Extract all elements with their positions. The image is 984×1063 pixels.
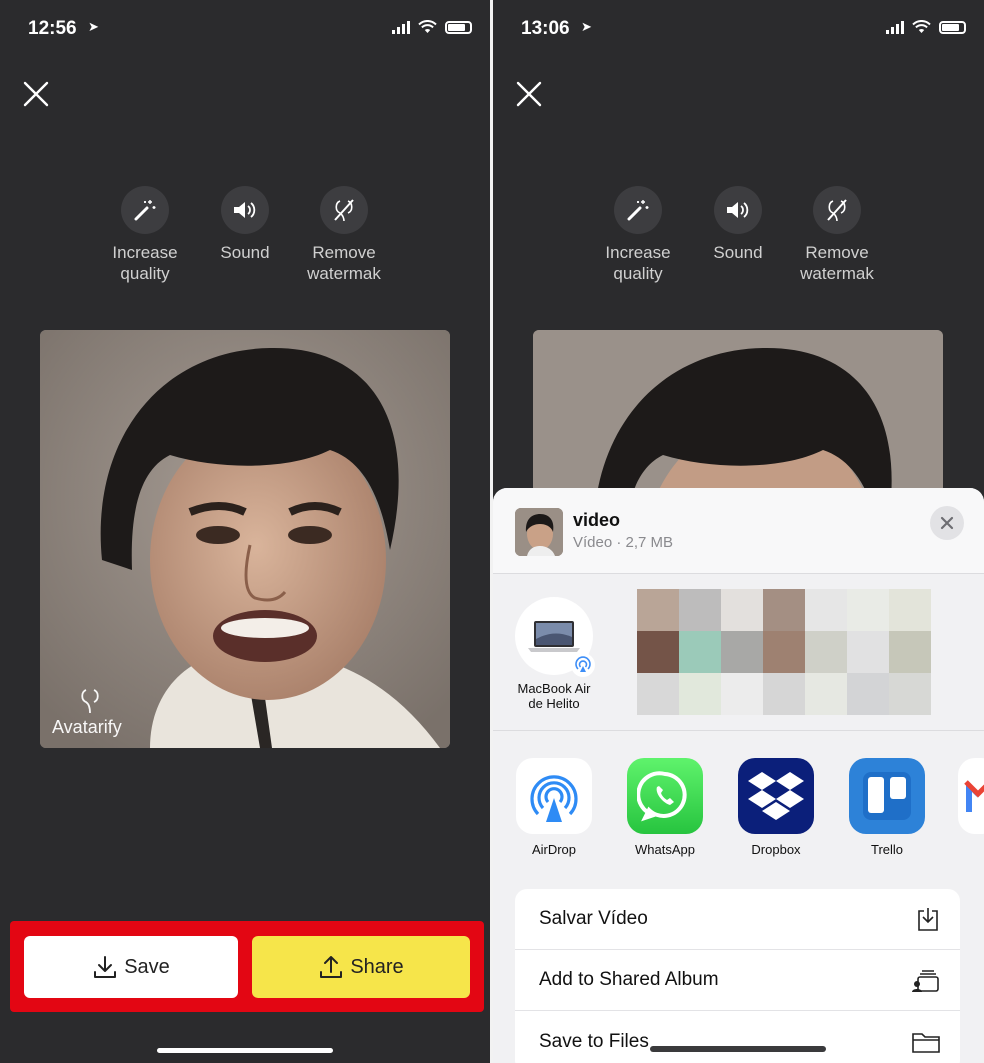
action-label: Add to Shared Album (539, 969, 719, 990)
airdrop-icon (516, 758, 592, 834)
share-button[interactable]: Share (252, 936, 470, 998)
contact-name: MacBook Air (517, 681, 591, 696)
save-button[interactable]: Save (24, 936, 238, 998)
wifi-icon (912, 20, 931, 33)
download-icon (94, 956, 117, 978)
share-label: Share (350, 955, 404, 978)
location-arrow-icon: ➤ (88, 19, 99, 34)
right-screen: 13:06 ➤ Increase quality Sound Remove wa… (493, 0, 984, 1063)
wifi-icon (418, 20, 437, 33)
share-sheet-header: video Vídeo · 2,7 MB (493, 488, 984, 574)
remove-watermark-button[interactable]: Remove watermak (787, 186, 887, 284)
app-airdrop[interactable]: AirDrop (514, 758, 594, 857)
trello-icon (849, 758, 925, 834)
app-label: Dropbox (751, 842, 801, 857)
action-add-shared-album[interactable]: Add to Shared Album (515, 950, 960, 1011)
app-label: AirDrop (531, 842, 577, 857)
tool-label: quality (613, 264, 663, 283)
sound-button[interactable]: Sound (195, 186, 295, 263)
left-screen: 12:56 ➤ Increase quality Sound Remove wa… (0, 0, 490, 1063)
remove-watermark-button[interactable]: Remove watermak (294, 186, 394, 284)
shared-album-icon (912, 970, 939, 992)
contact-macbook[interactable]: MacBook Air de Helito (511, 597, 597, 711)
speaker-icon (234, 202, 256, 218)
face-image (40, 330, 450, 748)
folder-icon (912, 1032, 940, 1053)
close-icon (940, 516, 954, 530)
home-indicator[interactable] (650, 1046, 826, 1052)
signal-icon (392, 20, 410, 34)
upload-icon (320, 956, 343, 978)
no-watermark-icon (827, 199, 847, 222)
action-save-video[interactable]: Salvar Vídeo (515, 889, 960, 950)
app-gmail-partial[interactable] (958, 758, 984, 834)
airdrop-contacts-row: MacBook Air de Helito (493, 575, 984, 731)
status-time: 12:56 (28, 18, 77, 39)
blurred-contacts (637, 589, 931, 715)
whatsapp-icon (627, 758, 703, 834)
avatarify-logo-icon (81, 689, 99, 714)
no-watermark-icon (334, 199, 354, 222)
gmail-icon (958, 758, 984, 834)
magic-wand-icon (627, 200, 649, 221)
action-label: Save to Files (539, 1030, 649, 1052)
tool-label: watermak (307, 264, 381, 283)
video-preview[interactable]: Avatarify (40, 330, 450, 748)
location-arrow-icon: ➤ (581, 19, 592, 34)
save-label: Save (124, 955, 170, 978)
action-save-to-files[interactable]: Save to Files (515, 1011, 960, 1063)
tool-label: Remove (805, 243, 869, 262)
status-bar: 13:06 ➤ (521, 16, 966, 42)
sound-button[interactable]: Sound (688, 186, 788, 263)
share-sheet: video Vídeo · 2,7 MB MacBook Air de Heli… (493, 488, 984, 1063)
tool-label: watermak (800, 264, 874, 283)
battery-icon (445, 20, 472, 34)
app-whatsapp[interactable]: WhatsApp (625, 758, 705, 857)
app-label: WhatsApp (635, 842, 695, 857)
close-sheet-button[interactable] (930, 506, 964, 540)
close-icon[interactable] (515, 80, 543, 108)
file-name: video (573, 510, 621, 530)
tool-label: Sound (220, 243, 270, 262)
speaker-icon (727, 202, 749, 218)
share-actions-list: Salvar Vídeo Add to Shared Album Save to… (515, 889, 960, 1063)
dropbox-icon (738, 758, 814, 834)
battery-icon (939, 20, 966, 34)
close-icon[interactable] (22, 80, 50, 108)
contact-name: de Helito (528, 696, 580, 711)
file-meta: Vídeo · 2,7 MB (573, 534, 674, 551)
tool-label: quality (120, 264, 170, 283)
increase-quality-button[interactable]: Increase quality (95, 186, 195, 284)
enhancement-tools: Increase quality Sound Remove watermak (493, 186, 983, 296)
tool-label: Sound (713, 243, 763, 262)
airdrop-badge-icon (571, 653, 595, 677)
tool-label: Remove (312, 243, 376, 262)
video-thumbnail (515, 508, 563, 556)
action-label: Salvar Vídeo (539, 908, 648, 929)
app-label: Trello (870, 842, 904, 857)
enhancement-tools: Increase quality Sound Remove watermak (0, 186, 490, 296)
status-time: 13:06 (521, 18, 570, 39)
watermark-text: Avatarify (52, 717, 122, 737)
tool-label: Increase (112, 243, 178, 262)
home-indicator[interactable] (157, 1048, 333, 1053)
magic-wand-icon (134, 200, 156, 221)
app-trello[interactable]: Trello (847, 758, 927, 857)
tool-label: Increase (605, 243, 671, 262)
increase-quality-button[interactable]: Increase quality (588, 186, 688, 284)
share-apps-row: AirDrop WhatsApp Dropbox Trello (493, 732, 984, 862)
signal-icon (886, 20, 904, 34)
save-to-device-icon (918, 908, 938, 931)
laptop-icon (515, 597, 595, 677)
watermark: Avatarify (52, 687, 122, 738)
app-dropbox[interactable]: Dropbox (736, 758, 816, 857)
status-bar: 12:56 ➤ (28, 16, 472, 42)
